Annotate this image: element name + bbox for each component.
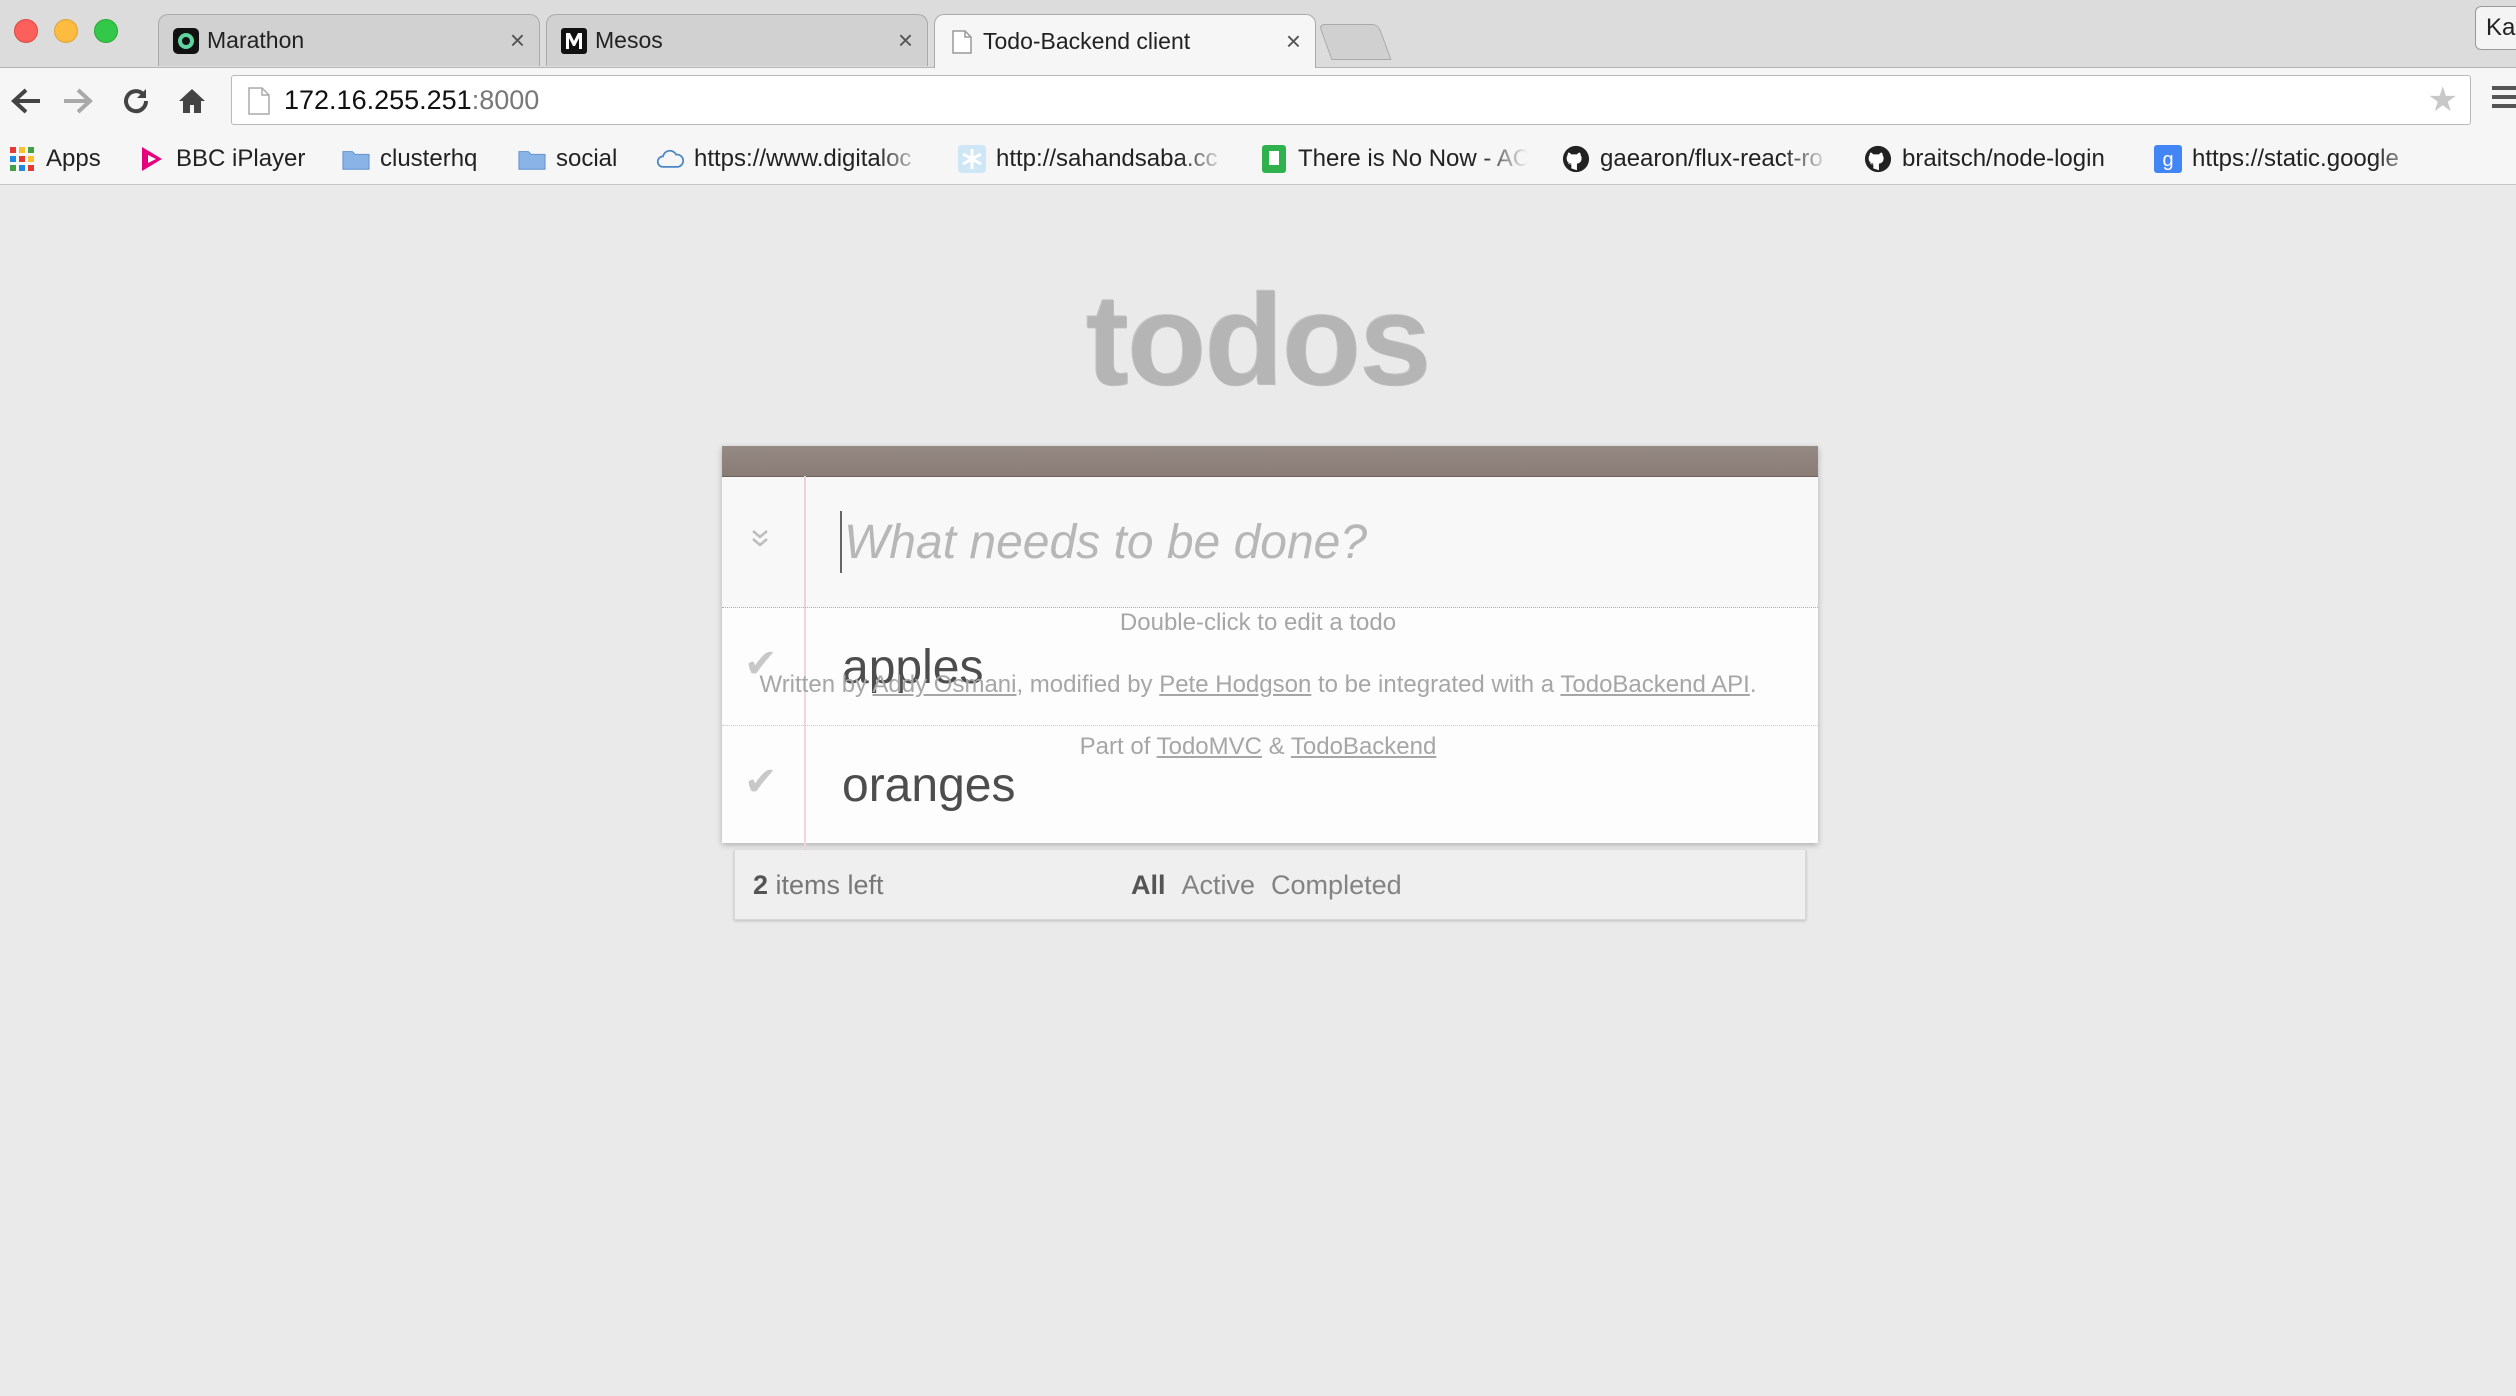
- home-icon: [179, 89, 205, 113]
- todomvc-link[interactable]: TodoMVC: [1157, 733, 1262, 760]
- cloud-icon: [656, 145, 684, 173]
- tab-todo-backend[interactable]: Todo-Backend client ×: [934, 14, 1316, 68]
- credits-text: , modified by: [1016, 671, 1160, 698]
- bookmark-there-is-no-now[interactable]: There is No Now - AC: [1260, 142, 1528, 176]
- profile-button[interactable]: Ka: [2475, 6, 2516, 50]
- url-port: :8000: [471, 84, 540, 115]
- mesos-icon: [561, 27, 587, 54]
- todo-count-suffix: items left: [768, 870, 884, 900]
- checkmark-icon[interactable]: ✔: [744, 762, 778, 802]
- forward-button[interactable]: [58, 81, 98, 121]
- part-of-text: &: [1261, 733, 1291, 760]
- window-minimize-button[interactable]: [54, 19, 78, 43]
- todo-count-number: 2: [753, 870, 769, 900]
- window-maximize-button[interactable]: [94, 19, 118, 43]
- iplayer-icon: [138, 145, 166, 173]
- apps-grid-icon: [8, 145, 36, 173]
- info-hint: Double-click to edit a todo: [1119, 609, 1397, 636]
- todo-label[interactable]: oranges: [842, 758, 1015, 813]
- new-todo-input[interactable]: [840, 511, 1806, 573]
- bookmark-flux-react-router[interactable]: gaearon/flux-react-ro: [1562, 142, 1830, 176]
- filter-all[interactable]: All: [1131, 870, 1166, 901]
- bookmark-label: http://sahandsaba.cc: [996, 145, 1218, 172]
- bookmark-bbc-iplayer[interactable]: BBC iPlayer: [138, 142, 305, 176]
- info-part-of: Part of TodoMVC & TodoBackend: [0, 733, 2516, 761]
- bookmark-node-login[interactable]: braitsch/node-login: [1864, 142, 2105, 176]
- bookmark-clusterhq[interactable]: clusterhq: [342, 142, 477, 176]
- tab-marathon[interactable]: Marathon ×: [158, 14, 540, 66]
- bookmark-label: https://www.digitaloc: [694, 145, 912, 172]
- bookmark-label: There is No Now - AC: [1298, 145, 1528, 172]
- close-tab-icon[interactable]: ×: [510, 25, 525, 56]
- tab-mesos[interactable]: Mesos ×: [546, 14, 928, 66]
- close-tab-icon[interactable]: ×: [898, 25, 913, 56]
- google-icon: g: [2154, 145, 2182, 173]
- forward-arrow-icon: [64, 88, 93, 114]
- credits-text: to be integrated with a: [1311, 671, 1561, 698]
- bookmark-label: BBC iPlayer: [176, 145, 306, 172]
- filter-active[interactable]: Active: [1182, 870, 1256, 901]
- bookmark-label: braitsch/node-login: [1902, 145, 2105, 172]
- toggle-all-chevron-icon[interactable]: [750, 527, 770, 558]
- page-content: todos ✔ apples ✔ oranges 2 items left Al…: [0, 185, 2516, 1396]
- author-link[interactable]: Addy Osmani: [872, 671, 1016, 698]
- header-bar: [722, 446, 1818, 477]
- window-close-button[interactable]: [14, 19, 38, 43]
- page-icon: [949, 29, 975, 55]
- github-icon: [1562, 145, 1590, 173]
- bookmark-apps[interactable]: Apps: [8, 142, 101, 176]
- todo-app: ✔ apples ✔ oranges: [722, 446, 1818, 854]
- folder-icon: [518, 145, 546, 173]
- bookmark-green-icon: [1260, 145, 1288, 173]
- bookmark-label: clusterhq: [380, 145, 478, 172]
- browser-toolbar: 172.16.255.251:8000 ★: [0, 68, 2516, 134]
- todobackend-link[interactable]: TodoBackend: [1291, 733, 1436, 760]
- info-credits: Written by Addy Osmani, modified by Pete…: [0, 671, 2516, 699]
- bookmark-label: gaearon/flux-react-ro: [1600, 145, 1823, 172]
- back-arrow-icon: [11, 88, 40, 114]
- marathon-icon: [173, 27, 199, 54]
- credits-text: .: [1749, 671, 1757, 698]
- svg-text:g: g: [2162, 149, 2173, 171]
- credits-text: Written by: [759, 671, 873, 698]
- address-bar[interactable]: 172.16.255.251:8000 ★: [231, 75, 2471, 125]
- reload-button[interactable]: [116, 81, 156, 121]
- todo-count: 2 items left: [753, 870, 884, 901]
- url-host: 172.16.255.251: [284, 84, 472, 115]
- snowflake-icon: [958, 145, 986, 173]
- folder-icon: [342, 145, 370, 173]
- tab-title: Marathon: [207, 27, 305, 53]
- home-button[interactable]: [172, 81, 212, 121]
- bookmark-label: Apps: [46, 145, 101, 172]
- todobackend-api-link[interactable]: TodoBackend API: [1560, 671, 1749, 698]
- bookmark-label: social: [556, 145, 618, 172]
- bookmark-sahandsaba[interactable]: http://sahandsaba.cc: [958, 142, 1226, 176]
- browser-tab-strip: Marathon × Mesos × Todo-Backend client ×…: [0, 0, 2516, 68]
- part-of-text: Part of: [1079, 733, 1157, 760]
- chrome-menu-button[interactable]: [2492, 86, 2516, 113]
- tab-title: Todo-Backend client: [983, 28, 1191, 54]
- bookmark-social[interactable]: social: [518, 142, 617, 176]
- modifier-link[interactable]: Pete Hodgson: [1159, 671, 1311, 698]
- filters: All Active Completed: [1131, 870, 1402, 901]
- app-title: todos: [1086, 267, 1432, 413]
- filter-completed[interactable]: Completed: [1271, 870, 1402, 901]
- bookmark-star-icon[interactable]: ★: [2428, 83, 2458, 117]
- todo-footer: 2 items left All Active Completed: [734, 850, 1806, 920]
- github-icon: [1864, 145, 1892, 173]
- bookmark-digitalocean[interactable]: https://www.digitaloc: [656, 142, 924, 176]
- new-todo-row: [722, 477, 1818, 608]
- page-icon: [248, 87, 270, 122]
- close-tab-icon[interactable]: ×: [1286, 26, 1301, 57]
- bookmarks-bar: Apps BBC iPlayer clusterhq social https:…: [0, 134, 2516, 185]
- bookmark-label: https://static.google: [2192, 145, 2399, 172]
- new-tab-button[interactable]: [1318, 24, 1392, 60]
- tab-title: Mesos: [595, 27, 663, 53]
- back-button[interactable]: [6, 81, 46, 121]
- bookmark-static-google[interactable]: g https://static.google: [2154, 142, 2422, 176]
- reload-icon: [124, 89, 149, 114]
